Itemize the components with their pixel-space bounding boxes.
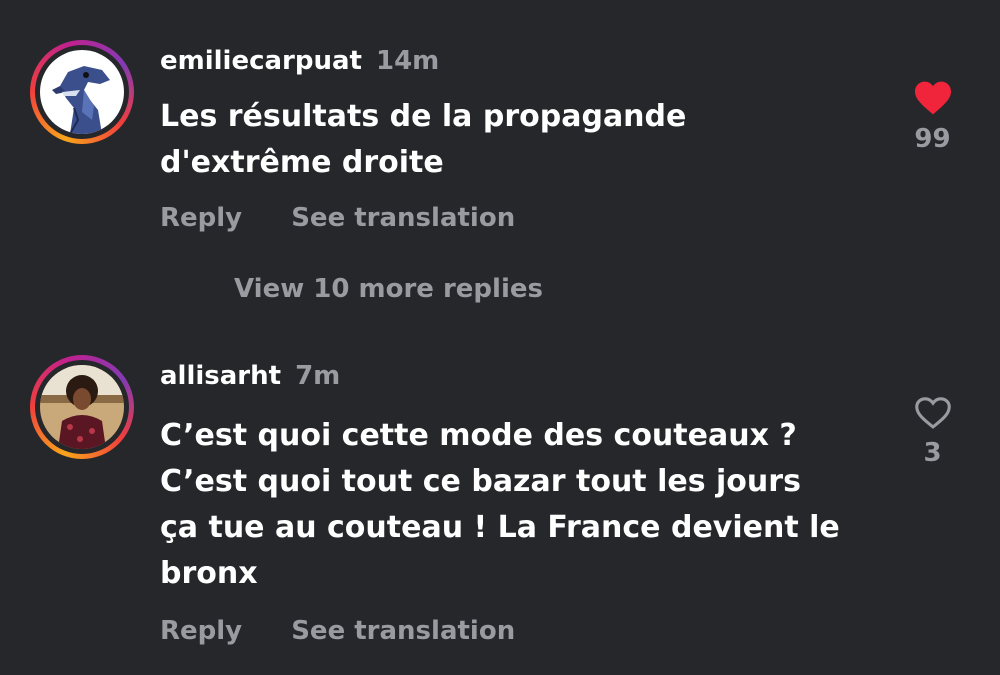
story-ring[interactable] (30, 40, 134, 144)
comment-line: Les résultats de la propagande (160, 99, 687, 134)
story-ring[interactable] (30, 355, 134, 459)
like-count: 3 (923, 438, 942, 468)
like-area: 99 (905, 80, 960, 154)
avatar[interactable] (40, 365, 124, 449)
comment-line: d'extrême droite (160, 145, 444, 180)
heart-outline-icon[interactable] (914, 396, 952, 430)
raptor-avatar-icon (40, 50, 124, 134)
avatar[interactable] (40, 50, 124, 134)
reply-button[interactable]: Reply (160, 616, 242, 646)
timestamp: 7m (295, 361, 341, 391)
comment-text: Les résultats de la propagande d'extrême… (160, 94, 880, 186)
see-translation-button[interactable]: See translation (291, 203, 515, 233)
like-count: 99 (914, 124, 951, 154)
username-text[interactable]: emiliecarpuat (160, 46, 362, 76)
comment-text: C’est quoi cette mode des couteaux ? C’e… (160, 413, 880, 597)
person-avatar-icon (40, 365, 124, 449)
comment-line: C’est quoi tout ce bazar tout les jours (160, 464, 801, 499)
comment-line: bronx (160, 556, 258, 591)
view-more-replies-button[interactable]: View 10 more replies (234, 274, 543, 304)
comment-actions: Reply See translation (160, 203, 515, 233)
comment-username[interactable]: allisarht 7m (160, 361, 340, 391)
like-area: 3 (905, 396, 960, 468)
comment-username[interactable]: emiliecarpuat 14m (160, 46, 439, 76)
timestamp: 14m (375, 46, 440, 76)
reply-button[interactable]: Reply (160, 203, 242, 233)
comment-line: ça tue au couteau ! La France devient le (160, 510, 840, 545)
heart-filled-icon[interactable] (913, 80, 953, 116)
comment-line: C’est quoi cette mode des couteaux ? (160, 418, 797, 453)
comment-actions: Reply See translation (160, 616, 515, 646)
see-translation-button[interactable]: See translation (291, 616, 515, 646)
username-text[interactable]: allisarht (160, 361, 281, 391)
